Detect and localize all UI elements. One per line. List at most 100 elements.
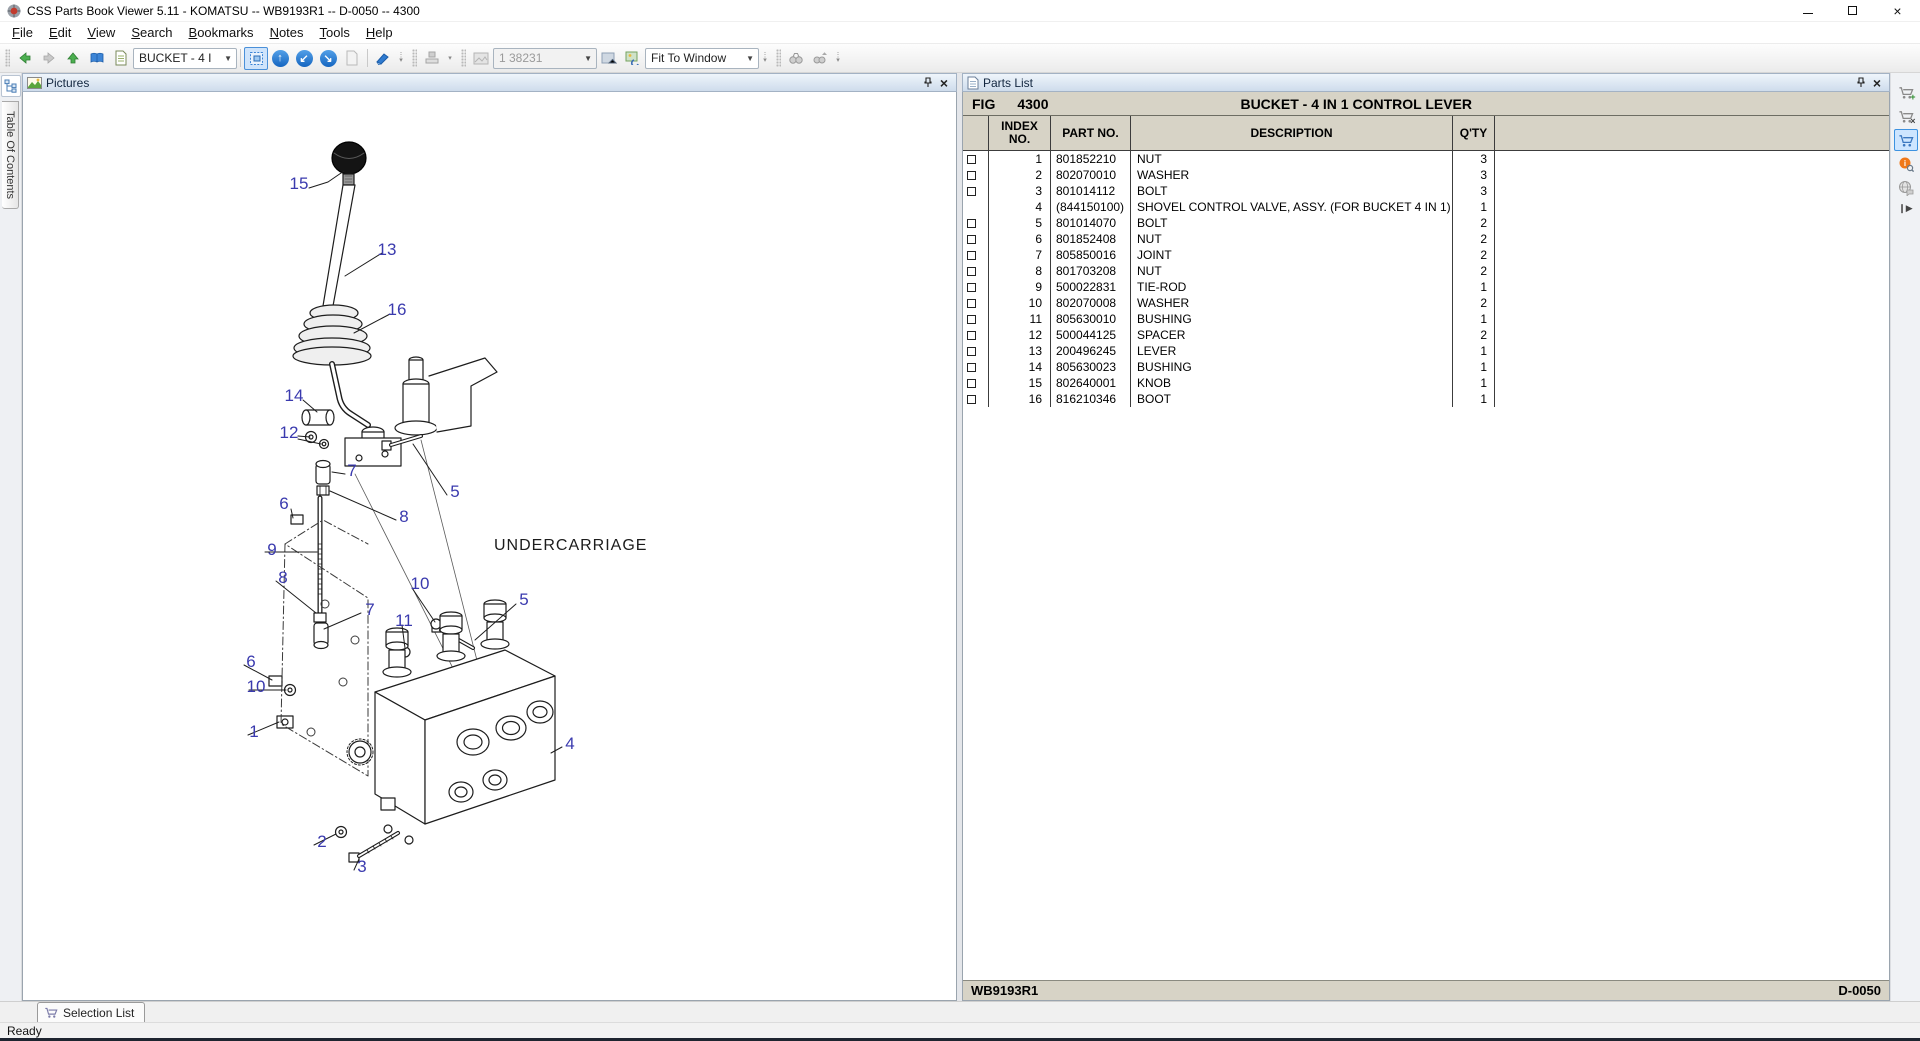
- diagram-callout-12[interactable]: 12: [280, 423, 299, 443]
- checkbox[interactable]: [967, 235, 976, 244]
- checkbox[interactable]: [967, 363, 976, 372]
- zoom-select-tool-button[interactable]: [244, 47, 268, 70]
- up-level-button[interactable]: [61, 47, 85, 70]
- menu-help[interactable]: Help: [358, 23, 401, 42]
- diagram-callout-5[interactable]: 5: [519, 590, 528, 610]
- parts-table-row[interactable]: 14805630023BUSHING1: [963, 359, 1889, 375]
- close-button[interactable]: ×: [1875, 0, 1920, 21]
- forward-button[interactable]: [37, 47, 61, 70]
- highlighter-button[interactable]: [371, 47, 395, 70]
- diagram-callout-10[interactable]: 10: [247, 677, 266, 697]
- row-checkbox-cell[interactable]: [963, 359, 989, 375]
- diagram-callout-11[interactable]: 11: [395, 611, 413, 631]
- checkbox[interactable]: [967, 299, 976, 308]
- rail-expand-button[interactable]: ❙▶: [1898, 203, 1912, 214]
- parts-table-row[interactable]: 15802640001KNOB1: [963, 375, 1889, 391]
- parts-table-row[interactable]: 9500022831TIE-ROD1: [963, 279, 1889, 295]
- diagram-callout-15[interactable]: 15: [290, 174, 309, 194]
- parts-table-row[interactable]: 1801852210NUT3: [963, 151, 1889, 167]
- checkbox[interactable]: [967, 395, 976, 404]
- remove-from-cart-button[interactable]: ×: [1894, 105, 1918, 127]
- parts-table-row[interactable]: 3801014112BOLT3: [963, 183, 1889, 199]
- parts-table-row[interactable]: 16816210346BOOT1: [963, 391, 1889, 407]
- zoom-reset-button[interactable]: ↘: [316, 47, 340, 70]
- link-picture-button[interactable]: [621, 47, 645, 70]
- row-checkbox-cell[interactable]: [963, 279, 989, 295]
- row-checkbox-cell[interactable]: [963, 343, 989, 359]
- parts-table-row[interactable]: 10802070008WASHER2: [963, 295, 1889, 311]
- toolbar-overflow[interactable]: ⋮▾: [395, 47, 407, 70]
- selection-list-button[interactable]: [1894, 129, 1918, 151]
- parts-table-row[interactable]: 12500044125SPACER2: [963, 327, 1889, 343]
- add-to-cart-button[interactable]: +: [1894, 81, 1918, 103]
- pin-icon[interactable]: [1853, 75, 1869, 90]
- checkbox[interactable]: [967, 331, 976, 340]
- diagram-callout-8[interactable]: 8: [278, 568, 287, 588]
- row-checkbox-cell[interactable]: [963, 327, 989, 343]
- page-button[interactable]: [109, 47, 133, 70]
- toolbar-overflow[interactable]: ⋮▾: [759, 47, 771, 70]
- row-checkbox-cell[interactable]: [963, 295, 989, 311]
- checkbox[interactable]: [967, 251, 976, 260]
- row-checkbox-cell[interactable]: [963, 199, 989, 215]
- search-forward-button[interactable]: [808, 47, 832, 70]
- checkbox[interactable]: [967, 219, 976, 228]
- next-picture-button[interactable]: [597, 47, 621, 70]
- pictures-canvas[interactable]: 15131614127685981057116101423 UNDERCARRI…: [22, 92, 957, 1001]
- diagram-callout-16[interactable]: 16: [388, 300, 407, 320]
- selection-list-tab[interactable]: Selection List: [37, 1002, 145, 1022]
- checkbox[interactable]: [967, 379, 976, 388]
- table-of-contents-tab[interactable]: Table Of Contents: [2, 101, 19, 209]
- parts-table-row[interactable]: 11805630010BUSHING1: [963, 311, 1889, 327]
- stamp-button[interactable]: [420, 47, 444, 70]
- toc-tree-button[interactable]: [1, 75, 21, 97]
- row-checkbox-cell[interactable]: [963, 231, 989, 247]
- diagram-callout-4[interactable]: 4: [565, 734, 574, 754]
- toolbar-overflow[interactable]: ▾: [444, 47, 456, 70]
- menu-view[interactable]: View: [79, 23, 123, 42]
- checkbox[interactable]: [967, 315, 976, 324]
- diagram-callout-6[interactable]: 6: [279, 494, 288, 514]
- parts-table-row[interactable]: 6801852408NUT2: [963, 231, 1889, 247]
- diagram-callout-7[interactable]: 7: [347, 461, 356, 481]
- menu-tools[interactable]: Tools: [312, 23, 358, 42]
- checkbox[interactable]: [967, 283, 976, 292]
- menu-edit[interactable]: Edit: [41, 23, 79, 42]
- diagram-callout-6[interactable]: 6: [246, 652, 255, 672]
- maximize-button[interactable]: [1830, 0, 1875, 21]
- parts-table-row[interactable]: 7805850016JOINT2: [963, 247, 1889, 263]
- row-checkbox-cell[interactable]: [963, 311, 989, 327]
- toolbar-overflow[interactable]: ⋮▾: [832, 47, 844, 70]
- parts-table-row[interactable]: 2802070010WASHER3: [963, 167, 1889, 183]
- print-page-button[interactable]: [340, 47, 364, 70]
- menu-bookmarks[interactable]: Bookmarks: [181, 23, 262, 42]
- pin-icon[interactable]: [920, 75, 936, 90]
- diagram-callout-7[interactable]: 7: [365, 600, 374, 620]
- row-checkbox-cell[interactable]: [963, 151, 989, 167]
- checkbox[interactable]: [967, 267, 976, 276]
- parts-table-row[interactable]: 8801703208NUT2: [963, 263, 1889, 279]
- zoom-out-button[interactable]: ↙: [292, 47, 316, 70]
- minimize-button[interactable]: [1785, 0, 1830, 21]
- prev-picture-button[interactable]: [469, 47, 493, 70]
- menu-notes[interactable]: Notes: [262, 23, 312, 42]
- checkbox[interactable]: [967, 347, 976, 356]
- part-info-button[interactable]: i: [1894, 153, 1918, 175]
- page-number-field[interactable]: 1 38231 ▼: [493, 48, 597, 69]
- row-checkbox-cell[interactable]: [963, 391, 989, 407]
- menu-file[interactable]: File: [4, 23, 41, 42]
- book-combo[interactable]: BUCKET - 4 I ▼: [133, 48, 237, 69]
- diagram-callout-10[interactable]: 10: [411, 574, 430, 594]
- row-checkbox-cell[interactable]: [963, 263, 989, 279]
- row-checkbox-cell[interactable]: [963, 183, 989, 199]
- parts-table-row[interactable]: 5801014070BOLT2: [963, 215, 1889, 231]
- row-checkbox-cell[interactable]: [963, 215, 989, 231]
- parts-table-row[interactable]: 4(844150100)SHOVEL CONTROL VALVE, ASSY. …: [963, 199, 1889, 215]
- row-checkbox-cell[interactable]: [963, 375, 989, 391]
- diagram-callout-9[interactable]: 9: [267, 540, 276, 560]
- diagram-callout-14[interactable]: 14: [285, 386, 304, 406]
- back-button[interactable]: [13, 47, 37, 70]
- search-back-button[interactable]: [784, 47, 808, 70]
- row-checkbox-cell[interactable]: [963, 247, 989, 263]
- diagram-callout-3[interactable]: 3: [357, 857, 366, 877]
